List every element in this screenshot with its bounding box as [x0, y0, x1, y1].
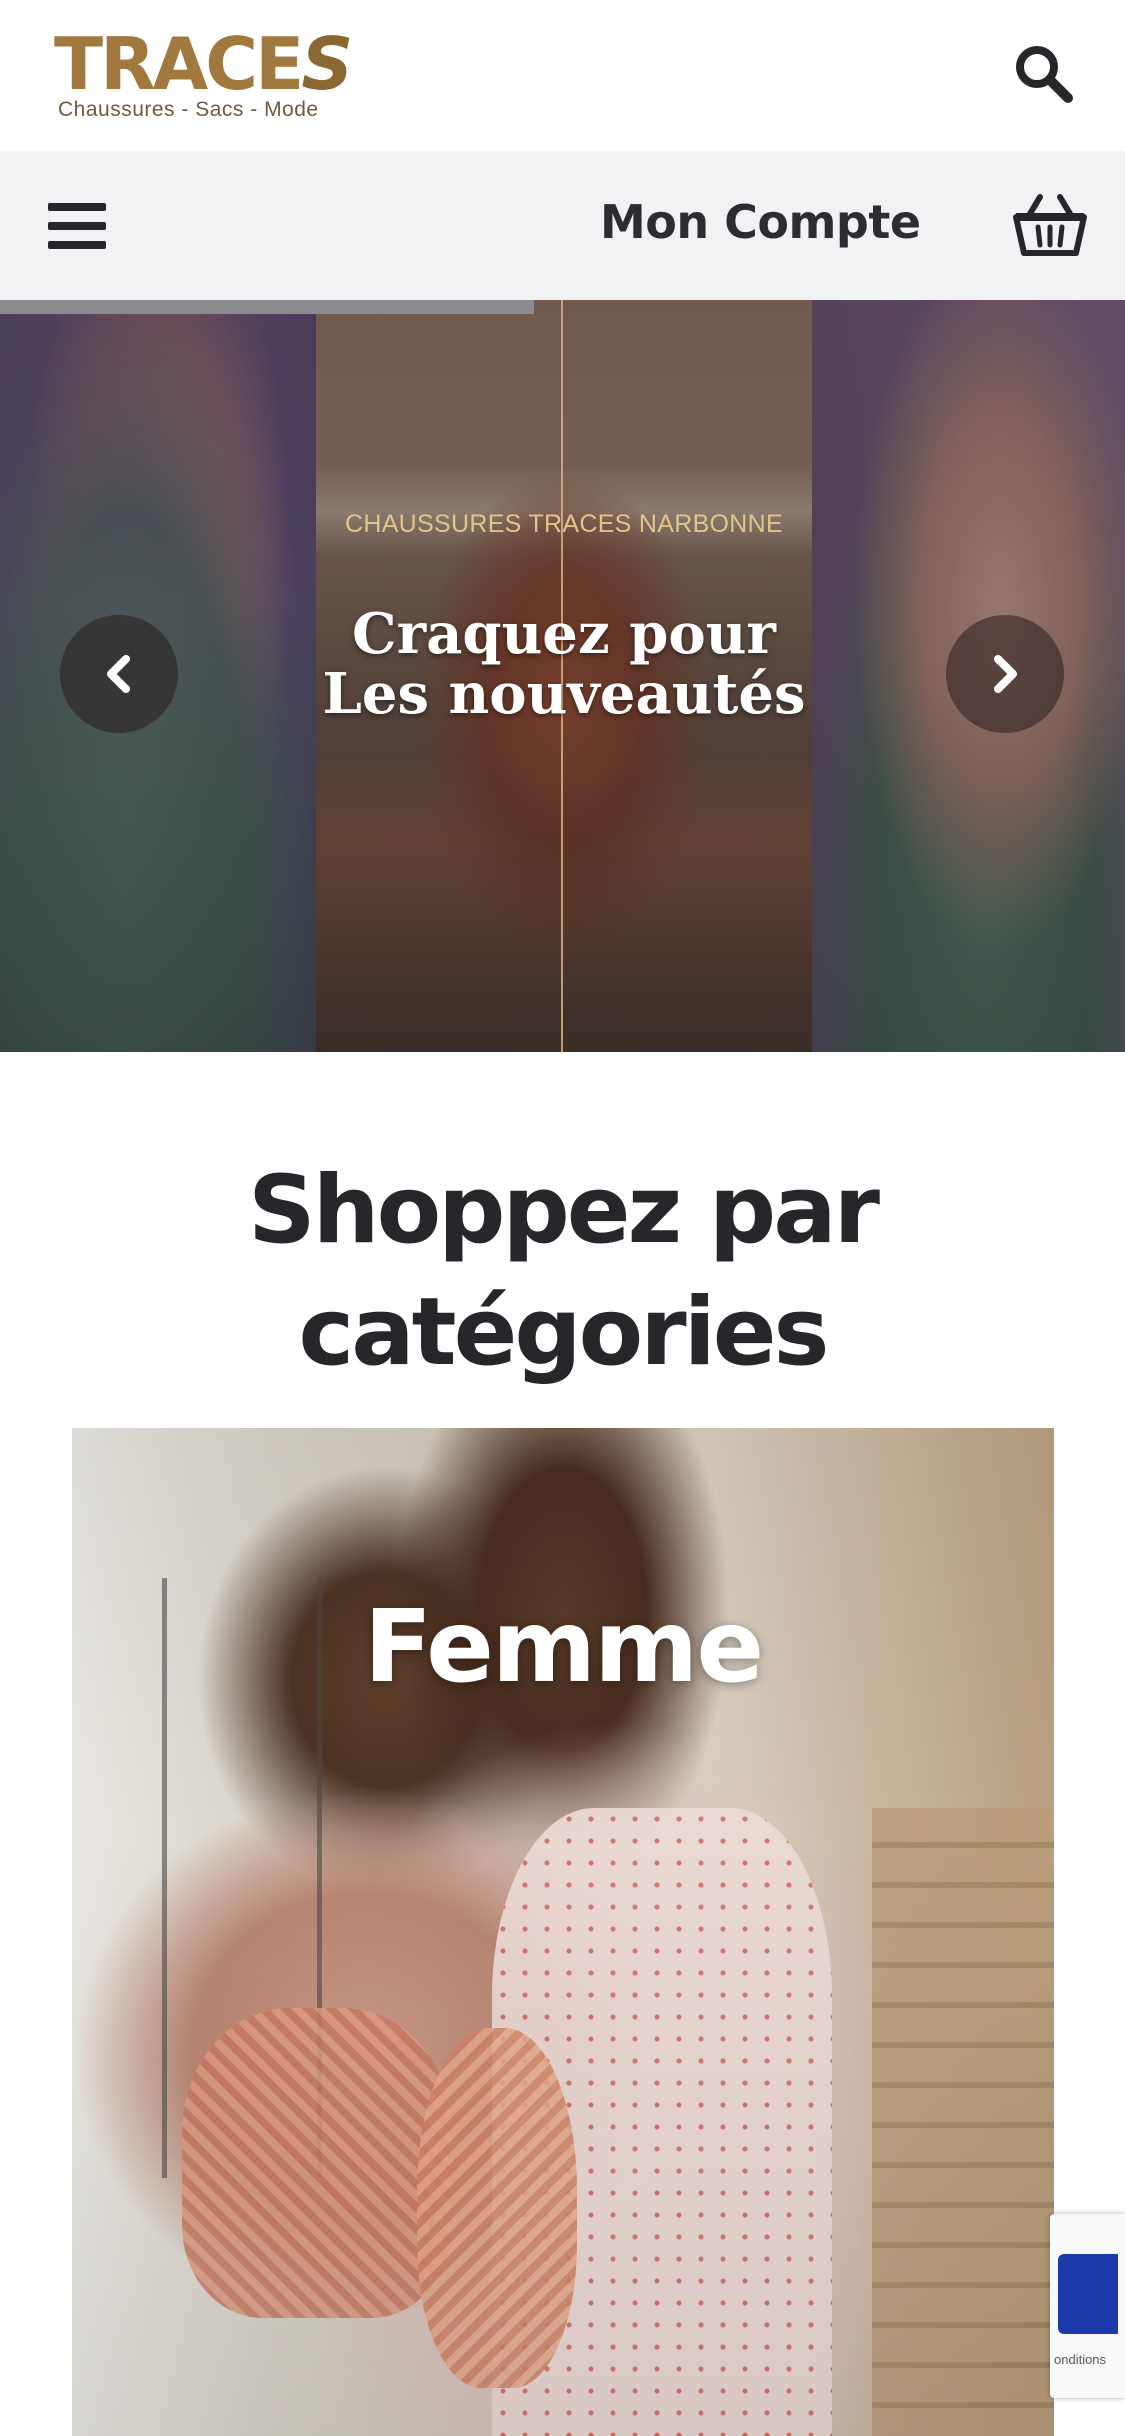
recaptcha-badge[interactable]: onditions [1050, 2214, 1125, 2398]
slider-progress-bar [0, 300, 535, 314]
logo-tagline: Chaussures - Sacs - Mode [58, 98, 319, 121]
site-header: TRACES Chaussures - Sacs - Mode [0, 0, 1125, 151]
logo-wordmark: TRACES [54, 22, 353, 106]
basket-icon[interactable] [1012, 189, 1088, 261]
hero-title-line-1: Craquez pour [352, 601, 776, 667]
hero-kicker: CHAUSSURES TRACES NARBONNE [345, 510, 783, 538]
categories-heading: Shoppez par catégories [0, 1150, 1125, 1394]
chevron-right-icon [994, 655, 1017, 693]
main-navbar: Mon Compte [0, 151, 1125, 300]
category-label: Femme [363, 1588, 764, 1705]
photo-overlay [72, 1428, 1054, 2436]
site-logo[interactable]: TRACES Chaussures - Sacs - Mode [54, 26, 354, 122]
category-card-femme[interactable]: Femme [72, 1428, 1054, 2436]
slider-prev-button[interactable] [60, 615, 178, 733]
hamburger-menu-icon[interactable] [40, 191, 114, 261]
categories-heading-line-2: catégories [298, 1278, 830, 1387]
hero-title-line-2: Les nouveautés [322, 661, 806, 727]
hero-slider: CHAUSSURES TRACES NARBONNE Craquez pour … [0, 300, 1125, 1052]
search-icon[interactable] [1010, 40, 1078, 108]
recaptcha-terms-text[interactable]: onditions [1054, 2352, 1106, 2367]
account-link[interactable]: Mon Compte [600, 195, 921, 249]
hero-title: Craquez pour Les nouveautés [300, 604, 828, 724]
recaptcha-icon [1058, 2254, 1118, 2334]
chevron-left-icon [107, 655, 130, 693]
slider-next-button[interactable] [946, 615, 1064, 733]
categories-heading-line-1: Shoppez par [247, 1156, 880, 1265]
